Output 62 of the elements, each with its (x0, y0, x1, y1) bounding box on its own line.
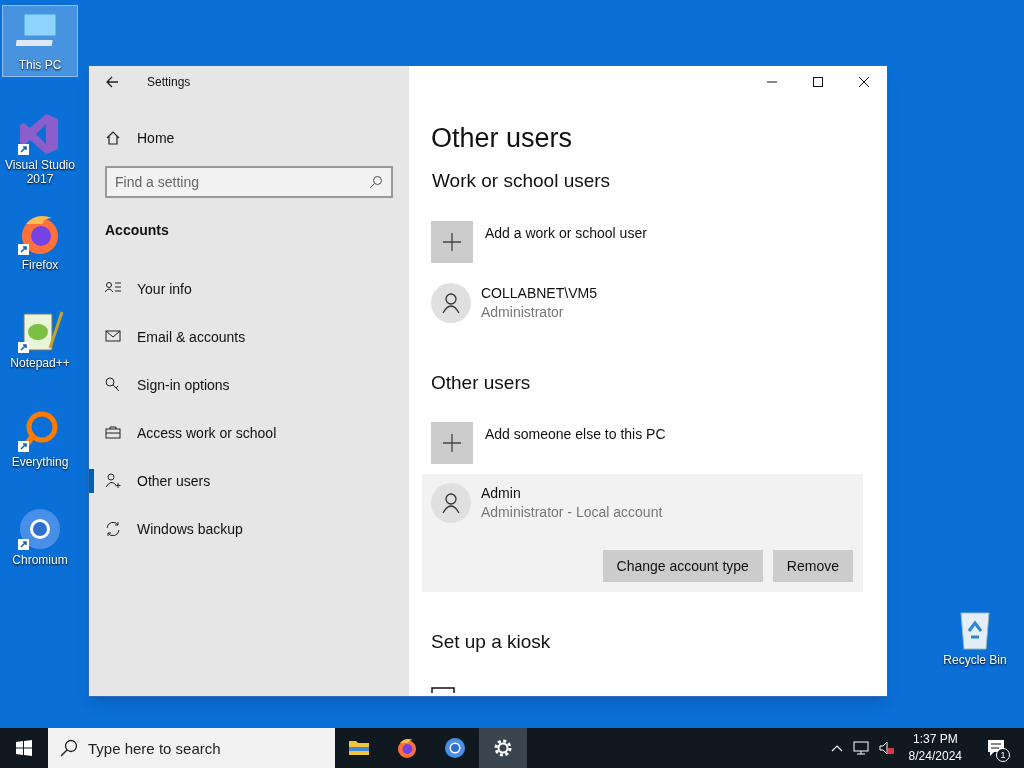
search-icon (60, 739, 78, 757)
plus-icon (443, 232, 461, 251)
windows-logo-icon[interactable] (16, 740, 32, 756)
icon-label: Visual Studio 2017 (4, 158, 76, 186)
clock[interactable]: 1:37 PM 8/24/2024 (904, 731, 966, 765)
person-icon (442, 493, 460, 513)
account-button[interactable]: Remove (772, 550, 853, 582)
icon-label: Recycle Bin (943, 653, 1007, 667)
icon-label: This PC (18, 58, 62, 72)
monitor-icon (431, 686, 455, 693)
maximize-icon[interactable] (813, 77, 823, 87)
desktop-icon[interactable]: Notepad++ (2, 303, 78, 375)
desktop-icon[interactable]: Visual Studio 2017 (2, 105, 78, 191)
icon-label: Everything (11, 455, 69, 469)
add-user-button[interactable]: Add a work or school user (431, 220, 863, 263)
desktop-icon[interactable]: Chromium (2, 500, 78, 572)
firefox-icon (395, 736, 419, 760)
plus-icon (443, 434, 461, 452)
envelope-icon (105, 329, 121, 345)
account-button[interactable]: Change account type (602, 550, 763, 582)
nav-item[interactable]: Access work or school (89, 409, 409, 457)
user-role: Administrator - Local account (481, 503, 663, 522)
desktop-icon[interactable]: Everything (2, 402, 78, 474)
speaker-muted-icon[interactable] (878, 741, 895, 755)
home-icon (105, 130, 121, 146)
nav-item[interactable]: Email & accounts (89, 313, 409, 361)
nav-item[interactable]: Windows backup (89, 505, 409, 553)
icon-label: Chromium (12, 553, 68, 567)
person-plus-icon (105, 473, 121, 489)
briefcase-icon (105, 425, 121, 441)
back-arrow-icon[interactable] (105, 75, 119, 89)
close-icon[interactable] (859, 77, 869, 87)
taskbar-search-field[interactable]: Type here to search (48, 728, 335, 768)
section-heading: Accounts (104, 221, 170, 240)
nav-item[interactable]: Your info (89, 265, 409, 313)
window-title: Settings (147, 74, 191, 91)
nav-item[interactable]: Sign-in options (89, 361, 409, 409)
person-icon (442, 292, 460, 313)
section-heading: Set up a kiosk (431, 630, 552, 654)
sync-icon (105, 521, 121, 537)
key-icon (105, 377, 121, 393)
home-link[interactable]: Home (89, 128, 409, 148)
user-name: Admin (481, 484, 522, 503)
section-heading: Work or school users (432, 169, 612, 193)
nav-item[interactable]: Other users (89, 457, 409, 505)
notification-button[interactable]: 1 (976, 728, 1016, 768)
user-card[interactable]: Admin Administrator - Local account Change account type Remove (422, 474, 863, 592)
network-icon[interactable] (852, 741, 869, 755)
search-field[interactable]: Find a setting (105, 166, 393, 198)
desktop-icon[interactable]: Recycle Bin (937, 600, 1013, 672)
user-name: COLLABNET\VM5 (481, 283, 597, 303)
icon-label: Notepad++ (10, 356, 70, 370)
taskbar-app[interactable] (479, 728, 527, 768)
desktop-icon[interactable]: Firefox (2, 205, 78, 277)
page-title: Other users (431, 122, 574, 155)
chromium-icon (443, 736, 467, 760)
chevron-up-icon[interactable] (830, 744, 843, 752)
search-icon (369, 175, 383, 189)
user-role: Administrator (481, 302, 565, 322)
icon-label: Firefox (21, 258, 59, 272)
section-heading: Other users (431, 370, 532, 395)
add-user-button[interactable]: Add someone else to this PC (431, 422, 863, 464)
